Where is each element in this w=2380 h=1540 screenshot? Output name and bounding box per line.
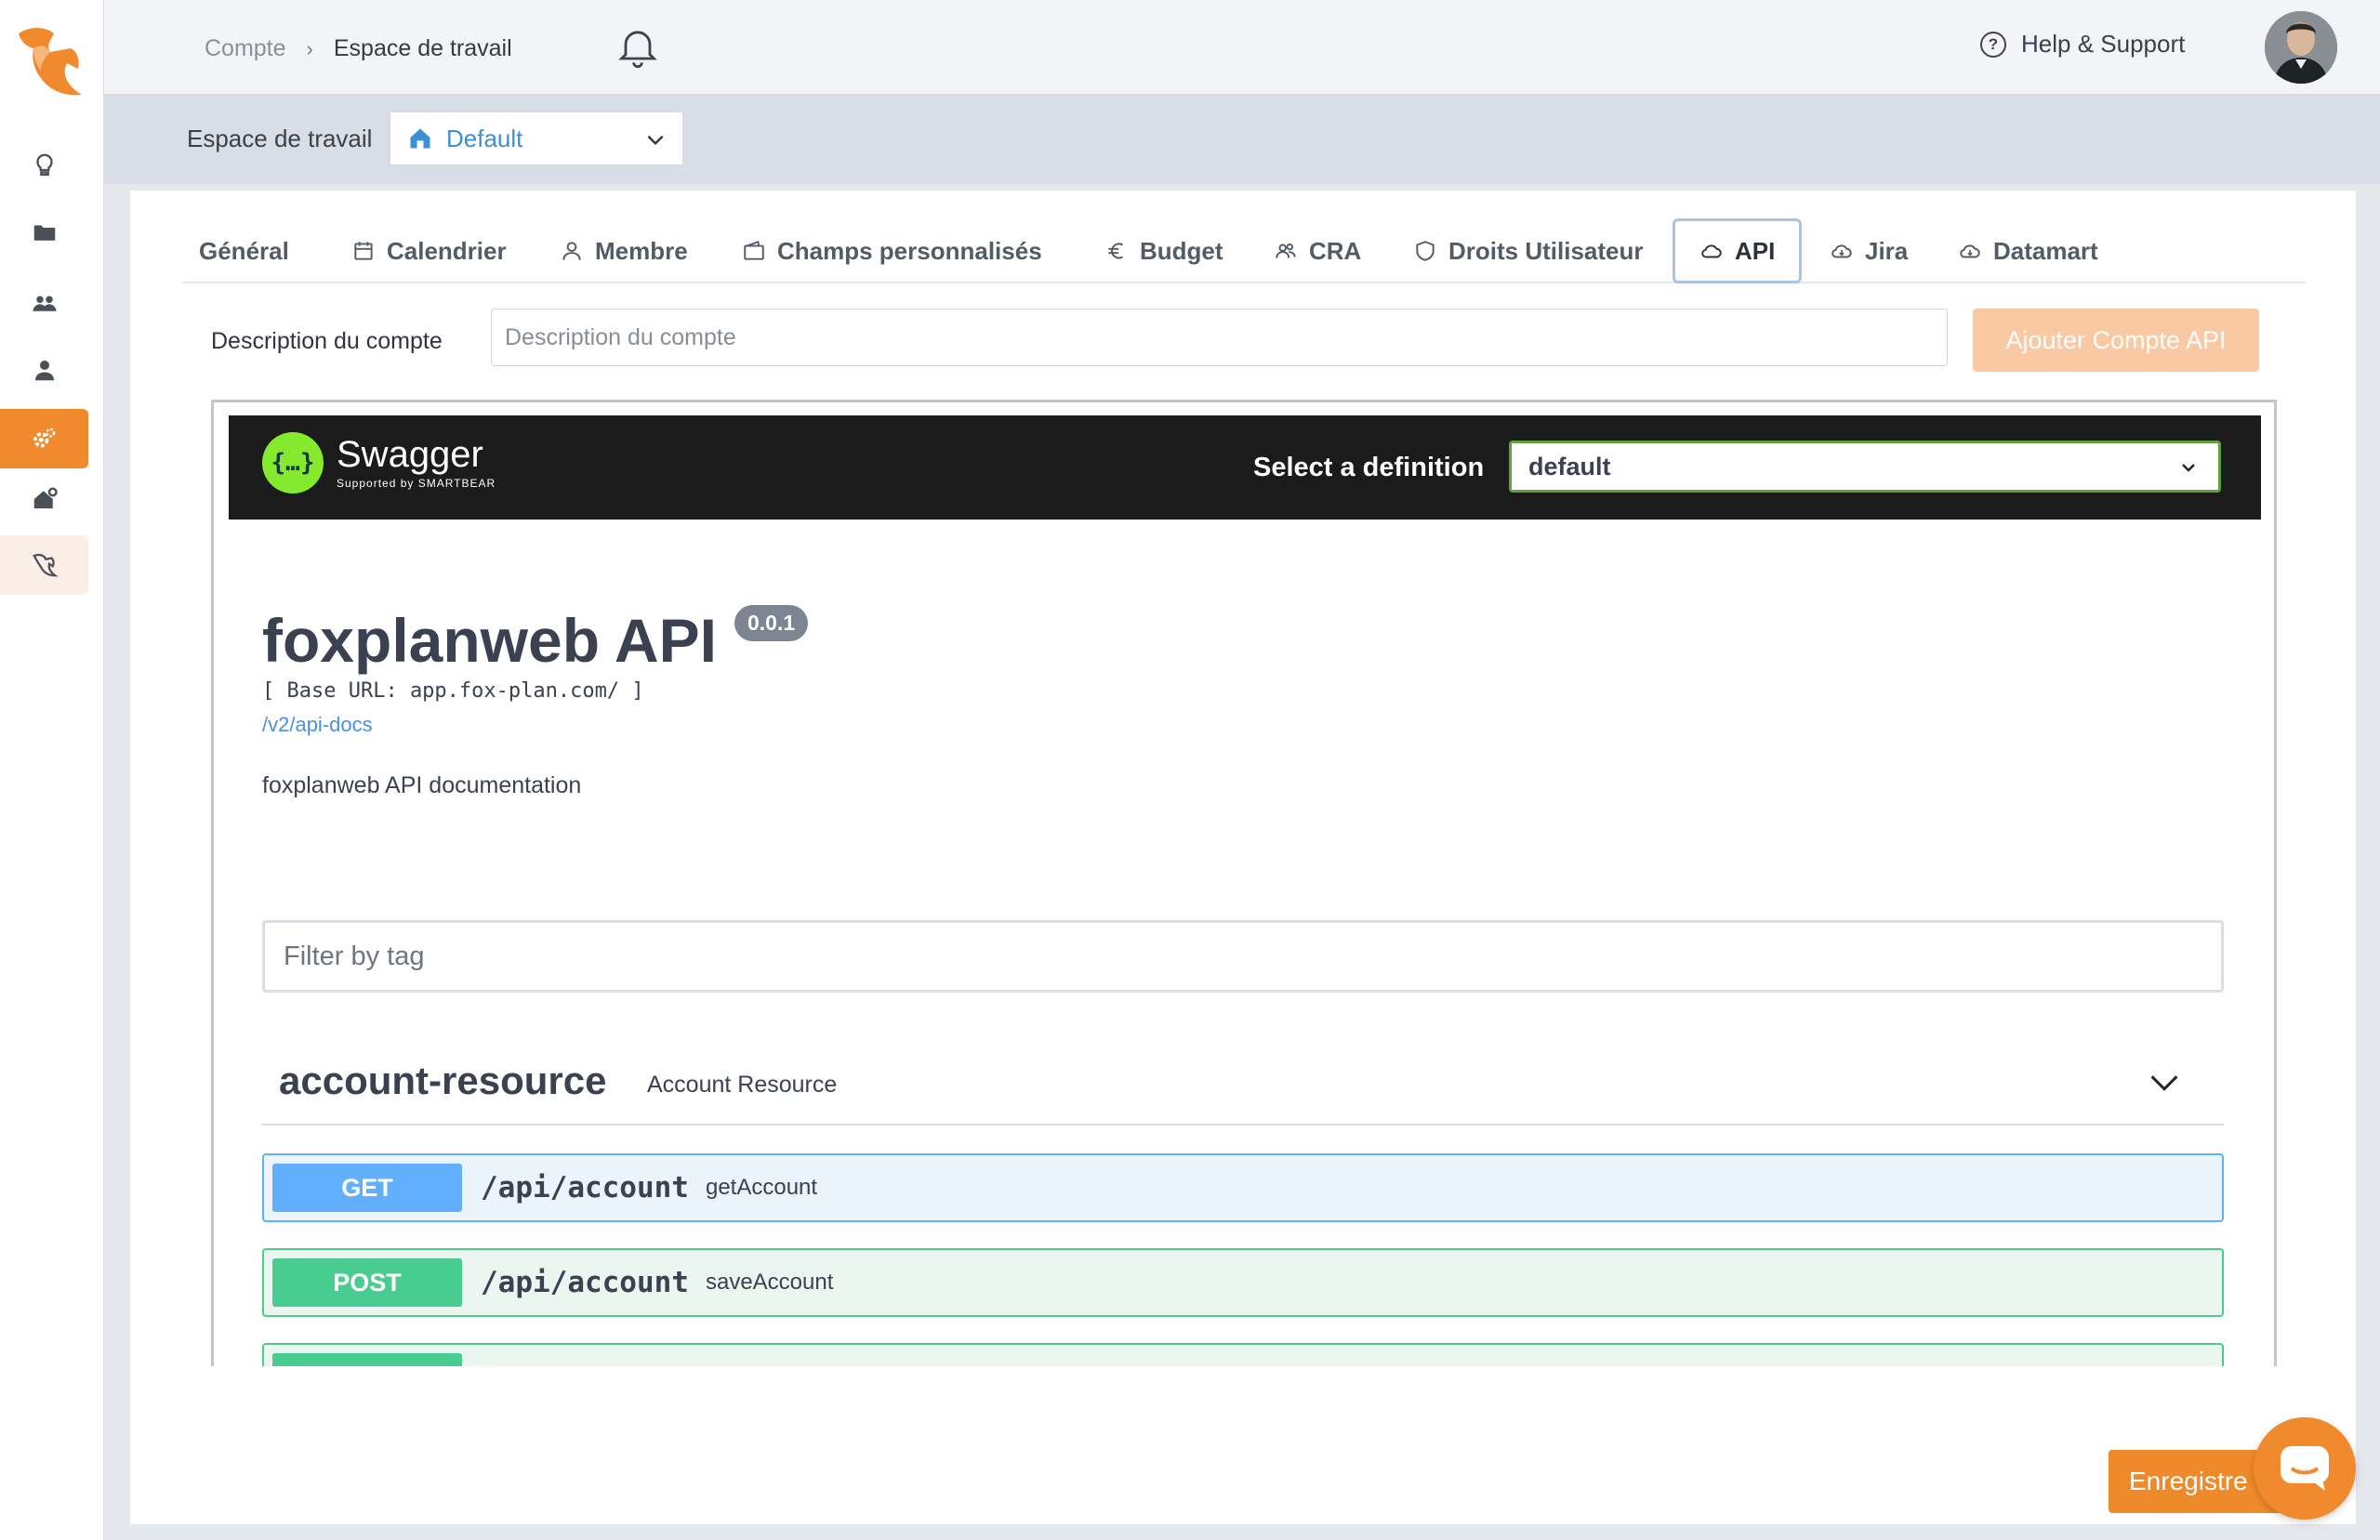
tab-datamart[interactable]: Datamart [1952,218,2104,283]
swagger-brand: Swagger [337,434,483,475]
api-docs-link[interactable]: /v2/api-docs [262,713,373,737]
sidebar [0,0,104,1540]
swagger-topbar: {…} Swagger Supported by SMARTBEAR Selec… [229,415,2261,520]
sidebar-item-users[interactable] [0,340,88,400]
method-badge: POST [272,1258,462,1307]
tab-user-rights[interactable]: Droits Utilisateur [1408,218,1649,283]
tab-label: Datamart [1993,236,2098,265]
tab-label: Général [199,236,289,265]
chevron-down-icon [647,135,664,146]
tab-calendar[interactable]: Calendrier [346,218,512,283]
gear-icon [33,428,55,448]
tab-label: CRA [1309,236,1362,265]
breadcrumb-account[interactable]: Compte [205,35,286,62]
help-support-label: Help & Support [2021,30,2186,58]
definition-select-value: default [1528,452,1611,480]
operation-path: /api/account [481,1266,689,1299]
lightbulb-icon [35,153,53,177]
api-title: foxplanweb API [262,606,717,675]
people-icon [1276,243,1296,258]
user-icon [562,242,581,260]
operation-path: /api/account [481,1171,689,1204]
tab-label: Calendrier [387,236,507,265]
cloud-sync-icon [1960,244,1980,258]
workspace-label: Espace de travail [187,125,373,152]
version-badge: 0.0.1 [734,605,809,641]
sidebar-item-settings[interactable] [0,409,88,468]
tab-budget[interactable]: Budget [1099,218,1229,283]
settings-card: Général Calendrier Membre Champs personn… [130,191,2356,1524]
tab-general[interactable]: Général [193,218,295,283]
chevron-down-icon [2150,1075,2178,1091]
tab-bar: Général Calendrier Membre Champs personn… [182,209,2306,283]
bell-icon[interactable] [614,22,662,71]
sidebar-item-ideas[interactable] [0,136,88,195]
swagger-frame: {…} Swagger Supported by SMARTBEAR Selec… [211,400,2277,1366]
definition-select[interactable]: default [1509,441,2221,493]
swagger-supported-by: Supported by SMARTBEAR [337,477,496,490]
tab-label: Jira [1865,236,1909,265]
tag-name: account-resource [279,1059,607,1102]
sidebar-item-projects[interactable] [0,203,88,262]
wallet-icon [744,240,764,260]
operation-id: saveAccount [705,1270,834,1295]
tab-label: Droits Utilisateur [1448,236,1644,265]
shield-icon [1416,241,1435,261]
sidebar-item-teams[interactable] [0,273,88,333]
home-icon [410,128,430,149]
operation-save-account[interactable]: POST /api/account saveAccount [262,1248,2224,1317]
calendar-icon [354,242,373,260]
filter-by-tag-input[interactable]: Filter by tag [262,920,2224,993]
tab-jira[interactable]: Jira [1824,218,1913,283]
tab-member[interactable]: Membre [554,218,694,283]
breadcrumb: Compte › Espace de travail [205,35,512,62]
folder-icon [33,225,55,241]
chevron-down-icon [2182,464,2195,472]
account-description-label: Description du compte [211,328,443,354]
operation-id: getAccount [705,1175,818,1200]
workspace-select-value: Default [446,124,523,152]
swagger-logo[interactable]: {…} Swagger Supported by SMARTBEAR [262,432,496,494]
tab-label: Champs personnalisés [777,236,1042,265]
swagger-logo-icon: {…} [262,432,324,494]
workspace-select[interactable]: Default [390,112,683,165]
euro-icon [1108,243,1124,259]
base-url: [ Base URL: app.fox-plan.com/ ] [262,679,644,703]
cloud-sync-icon [1831,244,1852,258]
cloud-icon [1701,244,1722,258]
team-icon [33,296,56,311]
tab-label: API [1735,236,1776,265]
select-definition-label: Select a definition [1253,453,1485,482]
tab-custom-fields[interactable]: Champs personnalisés [736,218,1048,283]
method-badge: GET [272,1164,462,1212]
sidebar-item-foxplan[interactable] [0,535,88,595]
fox-icon [32,553,59,577]
workspace-bar: Espace de travail Default [104,95,2380,184]
help-icon: ? [1980,31,2006,58]
tab-label: Budget [1140,236,1223,265]
topbar: Compte › Espace de travail ? Help & Supp… [104,0,2380,95]
tab-label: Membre [595,236,688,265]
sidebar-item-workspace-settings[interactable] [0,469,88,529]
avatar-image [2265,11,2337,84]
api-description: foxplanweb API documentation [262,772,582,798]
chat-button[interactable] [2254,1417,2356,1520]
breadcrumb-separator: › [306,36,313,60]
user-icon [34,361,54,381]
operation-get-account[interactable]: GET /api/account getAccount [262,1153,2224,1222]
tag-description: Account Resource [647,1072,838,1098]
fox-logo-icon[interactable] [13,20,87,108]
help-support-link[interactable]: ? Help & Support [1980,30,2185,59]
operation-partial[interactable] [262,1343,2224,1366]
tab-api[interactable]: API [1673,218,1803,283]
chat-icon [2281,1446,2329,1491]
home-settings-icon [33,487,58,508]
tab-cra[interactable]: CRA [1268,218,1367,283]
avatar[interactable] [2265,11,2337,84]
add-api-account-button[interactable]: Ajouter Compte API [1973,309,2259,372]
breadcrumb-workspace: Espace de travail [333,35,512,61]
method-badge [272,1353,462,1366]
account-description-input[interactable]: Description du compte [491,309,1948,366]
tag-section-header[interactable]: account-resource Account Resource [262,1044,2224,1125]
